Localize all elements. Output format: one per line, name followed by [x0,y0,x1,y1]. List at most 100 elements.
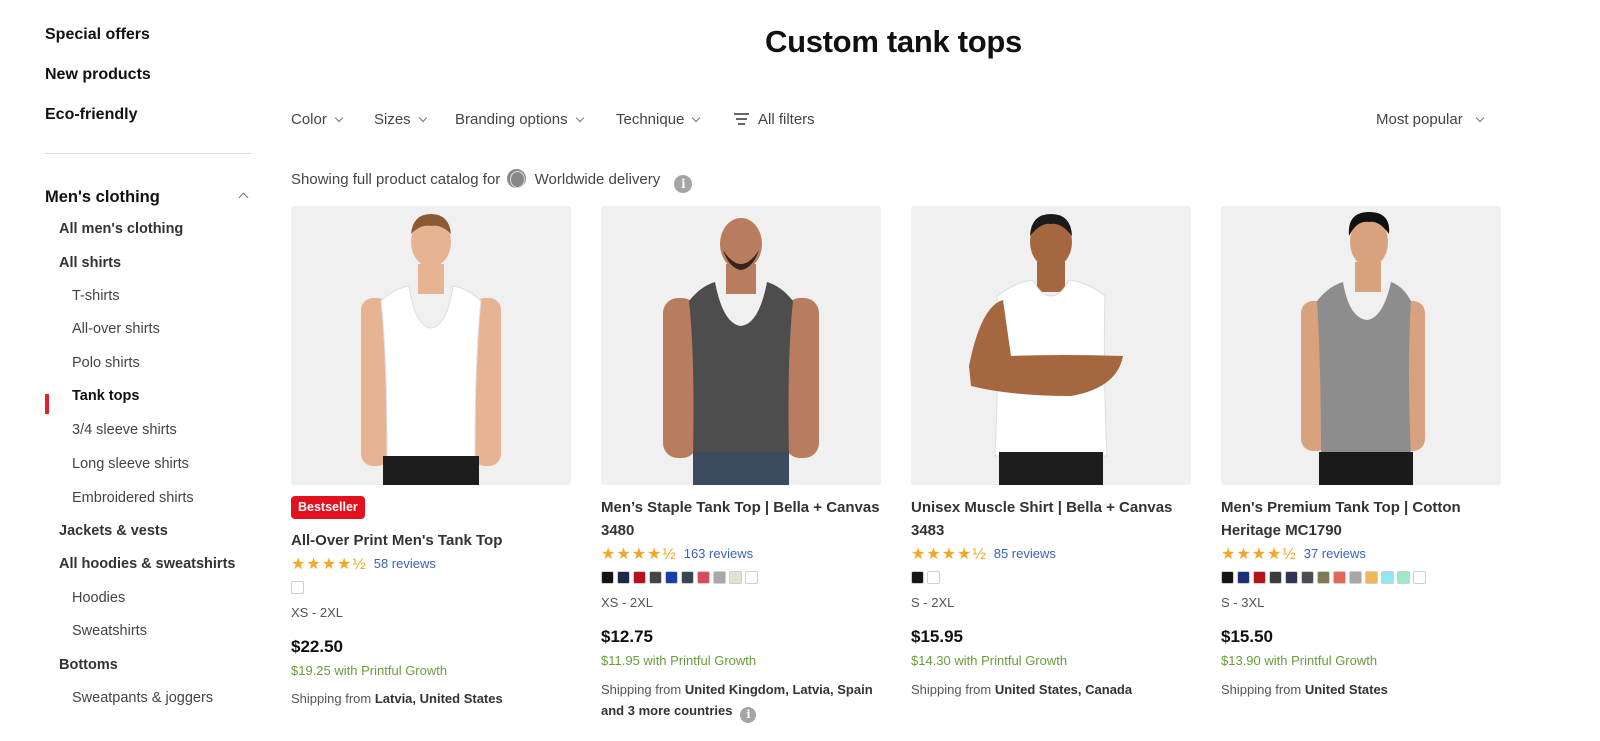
product-card[interactable]: Men’s Staple Tank Top | Bella + Canvas 3… [601,206,881,723]
rating-stars-icon: ★★★★½ [911,546,987,563]
product-image[interactable] [601,206,881,485]
sidebar-item-sweatshirts[interactable]: Sweatshirts [72,623,147,639]
product-card[interactable]: Men's Premium Tank Top | Cotton Heritage… [1221,206,1501,697]
color-swatches [291,581,304,594]
sidebar-item-all-over-shirts[interactable]: All-over shirts [72,321,160,337]
color-swatch[interactable] [1349,571,1362,584]
product-price: $12.75 [601,627,653,646]
color-swatches [1221,571,1426,584]
shipping-countries: Latvia, United States [374,691,503,706]
sidebar-item-long-sleeve-shirts[interactable]: Long sleeve shirts [72,456,189,472]
color-swatch[interactable] [745,571,758,584]
info-icon[interactable]: i [740,707,757,723]
sidebar-item-t-shirts[interactable]: T-shirts [72,288,120,304]
product-name[interactable]: Men's Premium Tank Top | Cotton Heritage… [1221,496,1501,542]
sidebar-item-embroidered-shirts[interactable]: Embroidered shirts [72,490,194,506]
shipping-more-countries[interactable]: and 3 more countries [601,703,732,718]
page-title: Custom tank tops [765,24,1022,59]
color-swatch[interactable] [1269,571,1282,584]
product-rating[interactable]: ★★★★½ 85 reviews [911,544,1056,564]
chevron-down-icon [575,113,584,123]
color-swatch[interactable] [1365,571,1378,584]
growth-price-value: $19.25 [291,663,331,678]
sort-label: Most popular [1376,111,1463,128]
color-swatch[interactable] [713,571,726,584]
filter-branding-dropdown[interactable]: Branding options [455,111,584,128]
filter-technique-dropdown[interactable]: Technique [616,111,701,128]
color-swatch[interactable] [681,571,694,584]
sidebar-item-jackets-vests[interactable]: Jackets & vests [59,523,168,539]
filter-color-dropdown[interactable]: Color [291,111,344,128]
color-swatch[interactable] [649,571,662,584]
color-swatch[interactable] [927,571,940,584]
sidebar-item-3-4-sleeve-shirts[interactable]: 3/4 sleeve shirts [72,422,177,438]
sidebar-item-tank-tops[interactable]: Tank tops [72,388,139,404]
all-filters-button[interactable]: All filters [734,111,815,128]
chevron-up-icon[interactable] [238,192,249,203]
color-swatches [911,571,940,584]
color-swatch[interactable] [617,571,630,584]
product-rating[interactable]: ★★★★½ 37 reviews [1221,544,1366,564]
color-swatch[interactable] [697,571,710,584]
sidebar-link-eco-friendly[interactable]: Eco-friendly [45,106,137,124]
sidebar-item-all-mens-clothing[interactable]: All men's clothing [59,221,183,237]
sidebar-item-polo-shirts[interactable]: Polo shirts [72,355,140,371]
model-tank-top [380,285,482,462]
product-name[interactable]: All-Over Print Men's Tank Top [291,529,571,552]
color-swatch[interactable] [1333,571,1346,584]
size-range: S - 2XL [911,595,955,610]
filter-label: Branding options [455,111,568,128]
model-pants [383,456,479,485]
swatch-white[interactable] [291,581,304,594]
chevron-down-icon [334,113,344,123]
color-swatch[interactable] [1285,571,1298,584]
filter-sizes-dropdown[interactable]: Sizes [374,111,427,128]
chevron-down-icon [692,113,701,123]
sidebar-item-hoodies[interactable]: Hoodies [72,590,125,606]
product-image[interactable] [291,206,571,485]
info-icon[interactable]: i [674,175,693,193]
product-name[interactable]: Men’s Staple Tank Top | Bella + Canvas 3… [601,496,881,542]
delivery-region[interactable]: Worldwide delivery [535,171,661,188]
color-swatch[interactable] [1317,571,1330,584]
product-rating[interactable]: ★★★★½ 163 reviews [601,544,753,564]
shipping-countries: United Kingdom, Latvia, Spain [684,682,873,697]
size-range: XS - 2XL [291,605,344,620]
product-image[interactable] [911,206,1191,485]
product-rating[interactable]: ★★★★½ 58 reviews [291,554,436,574]
sidebar-item-hoodies-sweatshirts[interactable]: All hoodies & sweatshirts [59,556,235,572]
sidebar-link-special-offers[interactable]: Special offers [45,26,150,44]
color-swatch[interactable] [1397,571,1410,584]
product-card[interactable]: Bestseller All-Over Print Men's Tank Top… [291,206,571,706]
reviews-link[interactable]: 163 reviews [684,546,753,561]
color-swatch[interactable] [633,571,646,584]
sidebar-section-label: Men's clothing [45,188,160,206]
product-name[interactable]: Unisex Muscle Shirt | Bella + Canvas 348… [911,496,1191,542]
product-image[interactable] [1221,206,1501,485]
color-swatch[interactable] [601,571,614,584]
reviews-link[interactable]: 37 reviews [1304,546,1366,561]
growth-price: $13.90 with Printful Growth [1221,653,1377,668]
color-swatch[interactable] [1253,571,1266,584]
color-swatch[interactable] [1413,571,1426,584]
color-swatch[interactable] [1381,571,1394,584]
sidebar-link-new-products[interactable]: New products [45,66,151,84]
sidebar-item-all-shirts[interactable]: All shirts [59,255,121,271]
sidebar-item-sweatpants-joggers[interactable]: Sweatpants & joggers [72,690,213,706]
color-swatch[interactable] [1221,571,1234,584]
sidebar-item-bottoms[interactable]: Bottoms [59,657,118,673]
color-swatch[interactable] [665,571,678,584]
model-tank-top [689,282,793,456]
product-card[interactable]: Unisex Muscle Shirt | Bella + Canvas 348… [911,206,1191,697]
color-swatch[interactable] [1237,571,1250,584]
all-filters-label: All filters [758,111,815,128]
delivery-prefix: Showing full product catalog for [291,171,501,188]
sort-dropdown[interactable]: Most popular [1376,111,1484,128]
color-swatch[interactable] [729,571,742,584]
color-swatch[interactable] [1301,571,1314,584]
reviews-link[interactable]: 58 reviews [374,556,436,571]
sidebar-section-mens-clothing[interactable]: Men's clothing [45,188,251,210]
reviews-link[interactable]: 85 reviews [994,546,1056,561]
color-swatch[interactable] [911,571,924,584]
shipping-countries: United States [1304,682,1388,697]
